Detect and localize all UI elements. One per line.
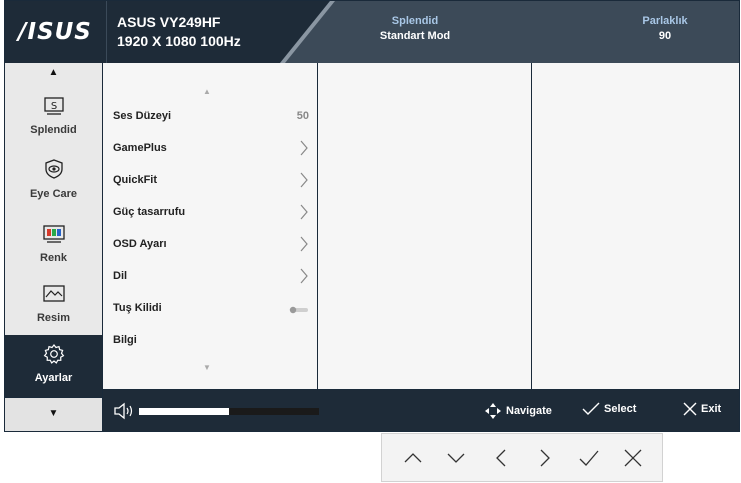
sidebar-item-eye-care[interactable]: Eye Care xyxy=(5,155,102,217)
value-panel xyxy=(532,63,739,389)
close-icon xyxy=(683,402,697,416)
sidebar-down-arrow-icon[interactable]: ▼ xyxy=(5,408,102,419)
sidebar-item-ayarlar[interactable]: Ayarlar xyxy=(5,335,102,397)
menu-item-volume[interactable]: Ses Düzeyi 50 xyxy=(103,103,317,131)
eye-care-icon xyxy=(44,159,63,179)
speaker-icon xyxy=(114,402,133,420)
sidebar-item-label: Eye Care xyxy=(29,188,78,200)
sidebar-item-label: Resim xyxy=(36,312,71,324)
key-guide xyxy=(381,433,663,482)
check-icon[interactable] xyxy=(578,447,600,469)
menu-item-information[interactable]: Bilgi xyxy=(103,327,317,355)
image-icon xyxy=(42,285,65,302)
bottom-bar: Navigate Select Exit xyxy=(103,389,739,431)
menu-item-key-lock[interactable]: Tuş Kilidi xyxy=(103,295,317,323)
check-icon xyxy=(582,402,600,415)
down-chevron-icon[interactable] xyxy=(445,447,467,469)
svg-text:S: S xyxy=(50,101,56,112)
sidebar-item-label: Renk xyxy=(40,252,67,264)
sidebar-item-splendid[interactable]: S Splendid xyxy=(5,91,102,153)
color-icon xyxy=(42,225,65,243)
splendid-icon: S xyxy=(43,97,64,115)
exit-hint: Exit xyxy=(683,402,721,416)
menu-item-quickfit[interactable]: QuickFit xyxy=(103,167,317,195)
settings-icon xyxy=(43,344,64,364)
sidebar-item-renk[interactable]: Renk xyxy=(5,219,102,281)
chevron-right-icon xyxy=(300,268,308,284)
menu-scroll-up-icon[interactable]: ▲ xyxy=(203,87,211,96)
menu-item-gameplus[interactable]: GamePlus xyxy=(103,135,317,163)
volume-value: 50 xyxy=(296,110,309,122)
navigate-icon xyxy=(485,403,501,419)
sidebar-item-label: Ayarlar xyxy=(34,372,73,384)
sidebar-up-arrow-icon[interactable]: ▲ xyxy=(5,67,102,78)
chevron-right-icon xyxy=(300,172,308,188)
volume-bar-remaining xyxy=(229,408,319,415)
select-hint: Select xyxy=(582,402,636,416)
menu-item-power-saving[interactable]: Güç tasarrufu xyxy=(103,199,317,227)
settings-menu: ▲ Ses Düzeyi 50 GamePlus QuickFit Güç ta… xyxy=(103,63,318,389)
menu-item-language[interactable]: Dil xyxy=(103,263,317,291)
sidebar-footer: ▼ xyxy=(5,397,102,431)
right-chevron-icon[interactable] xyxy=(534,447,556,469)
chevron-right-icon xyxy=(300,236,308,252)
sidebar: ▲ S Splendid Eye Care Renk Resim Ayarlar… xyxy=(5,63,103,431)
chevron-right-icon xyxy=(300,140,308,156)
navigate-hint: Navigate xyxy=(484,402,552,420)
left-chevron-icon[interactable] xyxy=(490,447,512,469)
sidebar-item-label: Splendid xyxy=(30,124,77,136)
sidebar-item-resim[interactable]: Resim xyxy=(5,279,102,341)
menu-item-osd-setup[interactable]: OSD Ayarı xyxy=(103,231,317,259)
osd-window: /ISUS ASUS VY249HF 1920 X 1080 100Hz Spl… xyxy=(4,0,740,432)
volume-bar[interactable] xyxy=(139,408,319,415)
submenu-panel xyxy=(318,63,532,389)
header: /ISUS ASUS VY249HF 1920 X 1080 100Hz Spl… xyxy=(5,1,739,63)
key-lock-toggle[interactable] xyxy=(289,306,309,314)
close-icon[interactable] xyxy=(622,447,644,469)
up-chevron-icon[interactable] xyxy=(402,447,424,469)
menu-scroll-down-icon[interactable]: ▼ xyxy=(203,363,211,372)
chevron-right-icon xyxy=(300,204,308,220)
splendid-status: Splendid Standart Mod xyxy=(379,15,451,42)
brightness-status: Parlaklık 90 xyxy=(642,15,688,42)
